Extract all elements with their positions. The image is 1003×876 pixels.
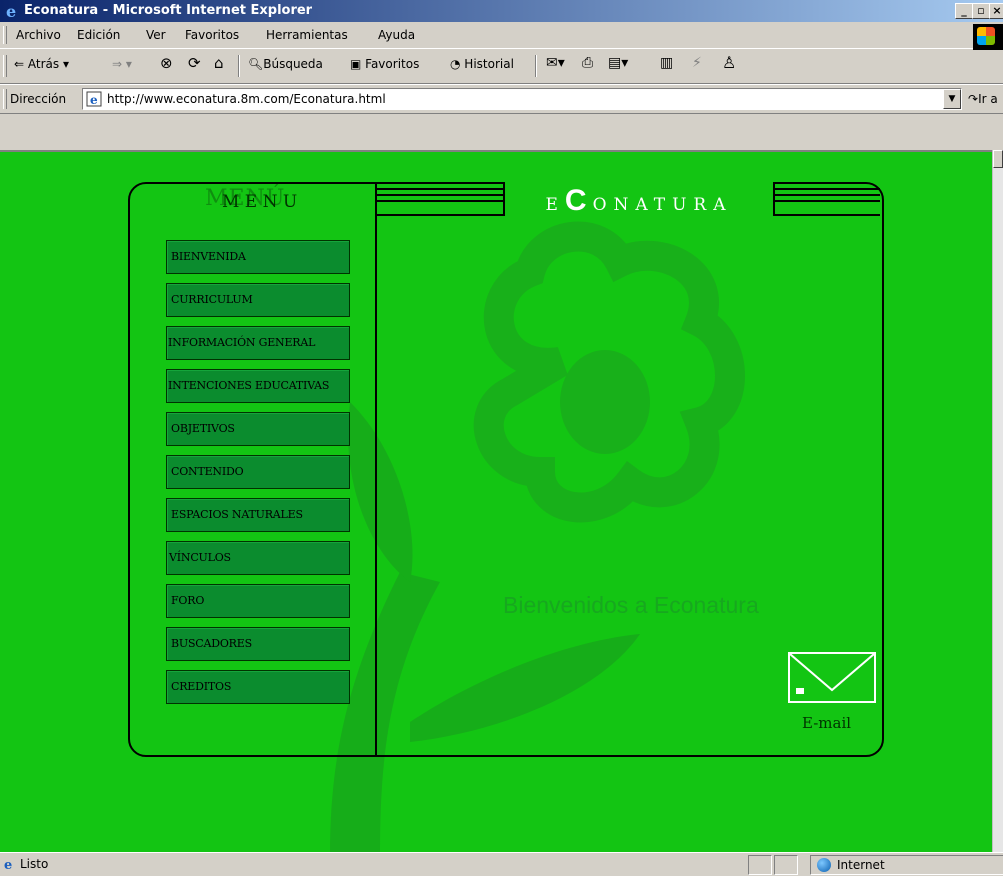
search-icon: 🔍︎: [248, 57, 264, 71]
discuss-icon[interactable]: ▥: [660, 55, 673, 71]
menu-bienvenida-button[interactable]: BIENVENIDA: [166, 240, 350, 274]
status-pane: [774, 855, 798, 875]
menu-edicion[interactable]: Edición: [77, 28, 120, 42]
menu-item-label: INFORMACIÓN GENERAL: [168, 336, 316, 349]
scroll-up-button[interactable]: [993, 150, 1003, 168]
windows-logo-icon: [973, 24, 1003, 50]
menu-item-label: CONTENIDO: [171, 465, 244, 478]
menu-objetivos-button[interactable]: OBJETIVOS: [166, 412, 350, 446]
frame-divider: [375, 184, 377, 755]
refresh-icon[interactable]: ⟳: [188, 54, 201, 72]
brand-rest: ONATURA: [592, 195, 733, 215]
menu-item-label: FORO: [171, 594, 205, 607]
page-viewport: ECONATURA MENÚ M E N U BIENVENIDA CURRIC…: [0, 150, 992, 854]
menu-item-label: OBJETIVOS: [171, 422, 235, 435]
menu-item-label: CURRICULUM: [171, 293, 253, 306]
close-button[interactable]: ×: [989, 3, 1003, 19]
go-arrow-icon: ↷: [968, 92, 979, 106]
address-input[interactable]: e http://www.econatura.8m.com/Econatura.…: [82, 88, 962, 110]
status-pane: [748, 855, 772, 875]
brand-banner: ECONATURA: [503, 182, 775, 218]
brand-title: ECONATURA: [505, 184, 773, 218]
menu-item-label: VÍNCULOS: [169, 551, 231, 564]
menu-intenciones-educativas-button[interactable]: INTENCIONES EDUCATIVAS: [166, 369, 350, 403]
print-icon[interactable]: ⎙: [582, 55, 593, 71]
globe-icon: [817, 858, 831, 872]
menu-vinculos-button[interactable]: VÍNCULOS: [166, 541, 350, 575]
page-status-icon: e: [4, 858, 12, 871]
menu-heading: M E N U: [222, 192, 298, 212]
address-bar: Dirección e http://www.econatura.8m.com/…: [0, 84, 1003, 114]
menu-creditos-button[interactable]: CREDITOS: [166, 670, 350, 704]
email-envelope-icon[interactable]: [788, 652, 876, 703]
back-button[interactable]: ⇐ Atrás ▾: [14, 57, 69, 71]
toolbar-grip: [3, 55, 7, 77]
menu-favoritos[interactable]: Favoritos: [185, 28, 239, 42]
menu-item-label: CREDITOS: [171, 680, 232, 693]
menu-foro-button[interactable]: FORO: [166, 584, 350, 618]
page-icon: e: [86, 91, 102, 107]
menu-curriculum-button[interactable]: CURRICULUM: [166, 283, 350, 317]
menu-informacion-general-button[interactable]: INFORMACIÓN GENERAL: [166, 326, 350, 360]
home-icon[interactable]: ⌂: [214, 54, 224, 72]
search-label: Búsqueda: [263, 57, 323, 71]
edit-icon[interactable]: ▤▾: [608, 55, 628, 71]
ie-logo-icon: e: [6, 3, 16, 19]
maximize-button[interactable]: ▫: [972, 3, 990, 19]
menu-espacios-naturales-button[interactable]: ESPACIOS NATURALES: [166, 498, 350, 532]
favorites-button[interactable]: ▣ Favoritos: [350, 57, 419, 71]
messenger-icon[interactable]: ⚡: [692, 55, 702, 71]
history-icon: ◔: [450, 57, 465, 71]
favorites-label: Favoritos: [365, 57, 420, 71]
address-dropdown-button[interactable]: ▼: [943, 89, 961, 109]
svg-text:e: e: [90, 93, 98, 107]
security-zone-pane: Internet: [810, 855, 1003, 875]
status-bar: e Listo Internet: [0, 852, 1003, 876]
user-icon[interactable]: ♙: [722, 53, 736, 72]
search-button[interactable]: 🔍︎Búsqueda: [248, 57, 323, 71]
brand-prefix: E: [545, 195, 565, 215]
menu-buscadores-button[interactable]: BUSCADORES: [166, 627, 350, 661]
forward-button[interactable]: ⇒ ▾: [112, 57, 132, 71]
menu-ayuda[interactable]: Ayuda: [378, 28, 415, 42]
menu-contenido-button[interactable]: CONTENIDO: [166, 455, 350, 489]
history-label: Historial: [464, 57, 514, 71]
menu-item-label: ESPACIOS NATURALES: [171, 508, 303, 521]
welcome-text: Bienvenidos a Econatura: [503, 592, 759, 618]
svg-text:e: e: [6, 3, 16, 19]
address-url: http://www.econatura.8m.com/Econatura.ht…: [107, 92, 386, 106]
zone-label: Internet: [837, 858, 885, 872]
addressbar-grip: [3, 89, 7, 109]
toolbar: ⇐ Atrás ▾ ⇒ ▾ ⊗ ⟳ ⌂ 🔍︎Búsqueda ▣ Favorit…: [0, 49, 1003, 84]
go-button[interactable]: ↷Ir a: [968, 92, 998, 106]
envelope-stamp: [796, 688, 804, 694]
menubar-grip: [3, 26, 7, 44]
history-button[interactable]: ◔ Historial: [450, 57, 514, 71]
back-label: Atrás: [27, 57, 60, 71]
status-text: Listo: [20, 857, 49, 871]
menu-item-label: INTENCIONES EDUCATIVAS: [168, 379, 330, 392]
title-bar: e Econatura - Microsoft Internet Explore…: [0, 0, 1003, 22]
minimize-button[interactable]: _: [955, 3, 973, 19]
email-link[interactable]: E-mail: [802, 714, 851, 732]
go-label: Ir a: [978, 92, 998, 106]
toolbar-separator: [535, 55, 537, 77]
favorites-icon: ▣: [350, 57, 366, 71]
mail-icon[interactable]: ✉▾: [546, 55, 565, 71]
stop-icon[interactable]: ⊗: [160, 54, 173, 72]
menu-item-label: BIENVENIDA: [171, 250, 246, 263]
menu-bar: Archivo Edición Ver Favoritos Herramient…: [0, 22, 1003, 49]
address-label: Dirección: [10, 92, 67, 106]
vertical-scrollbar[interactable]: [992, 150, 1003, 852]
brand-initial: C: [564, 184, 593, 217]
menu-item-label: BUSCADORES: [171, 637, 252, 650]
window-title: Econatura - Microsoft Internet Explorer: [24, 3, 313, 18]
svg-text:e: e: [4, 858, 12, 871]
toolbar-separator: [238, 55, 240, 77]
menu-archivo[interactable]: Archivo: [16, 28, 61, 42]
menu-herramientas[interactable]: Herramientas: [266, 28, 348, 42]
menu-ver[interactable]: Ver: [146, 28, 166, 42]
